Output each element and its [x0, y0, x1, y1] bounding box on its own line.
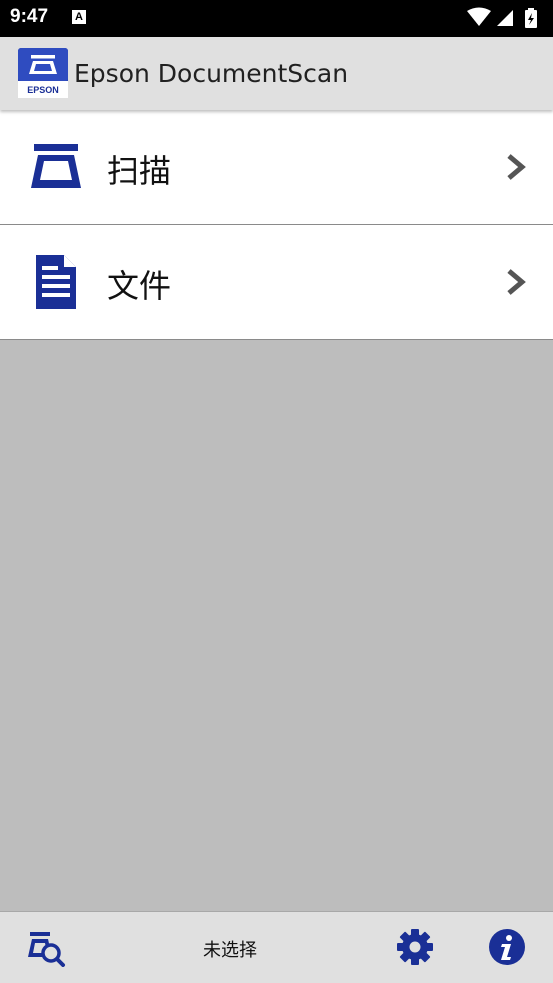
chevron-right-icon — [507, 154, 526, 180]
menu-list: 扫描 文件 — [0, 110, 553, 340]
scanner-status-label[interactable]: 未选择 — [203, 936, 257, 962]
signal-icon — [497, 10, 513, 26]
app-logo-icon: EPSON — [18, 48, 68, 98]
logo-text: EPSON — [27, 85, 59, 95]
scanner-search-icon[interactable] — [26, 929, 66, 967]
status-time: 9:47 — [10, 6, 49, 27]
battery-icon — [525, 8, 537, 28]
bottom-bar: 未选择 — [0, 911, 553, 983]
gear-icon[interactable] — [396, 928, 434, 966]
document-icon — [36, 255, 76, 309]
status-bar: 9:47 A — [0, 0, 553, 37]
info-icon[interactable] — [488, 928, 526, 966]
wifi-icon — [467, 7, 491, 26]
status-icons — [467, 7, 537, 28]
chevron-right-icon — [507, 269, 526, 295]
app-title: Epson DocumentScan — [74, 59, 349, 88]
menu-item-documents[interactable]: 文件 — [0, 225, 553, 340]
scanner-icon — [31, 144, 81, 188]
app-bar: EPSON Epson DocumentScan — [0, 37, 553, 110]
menu-item-documents-label: 文件 — [107, 267, 172, 305]
menu-item-scan[interactable]: 扫描 — [0, 110, 553, 225]
menu-item-scan-label: 扫描 — [107, 152, 172, 190]
notification-icon: A — [72, 10, 86, 24]
